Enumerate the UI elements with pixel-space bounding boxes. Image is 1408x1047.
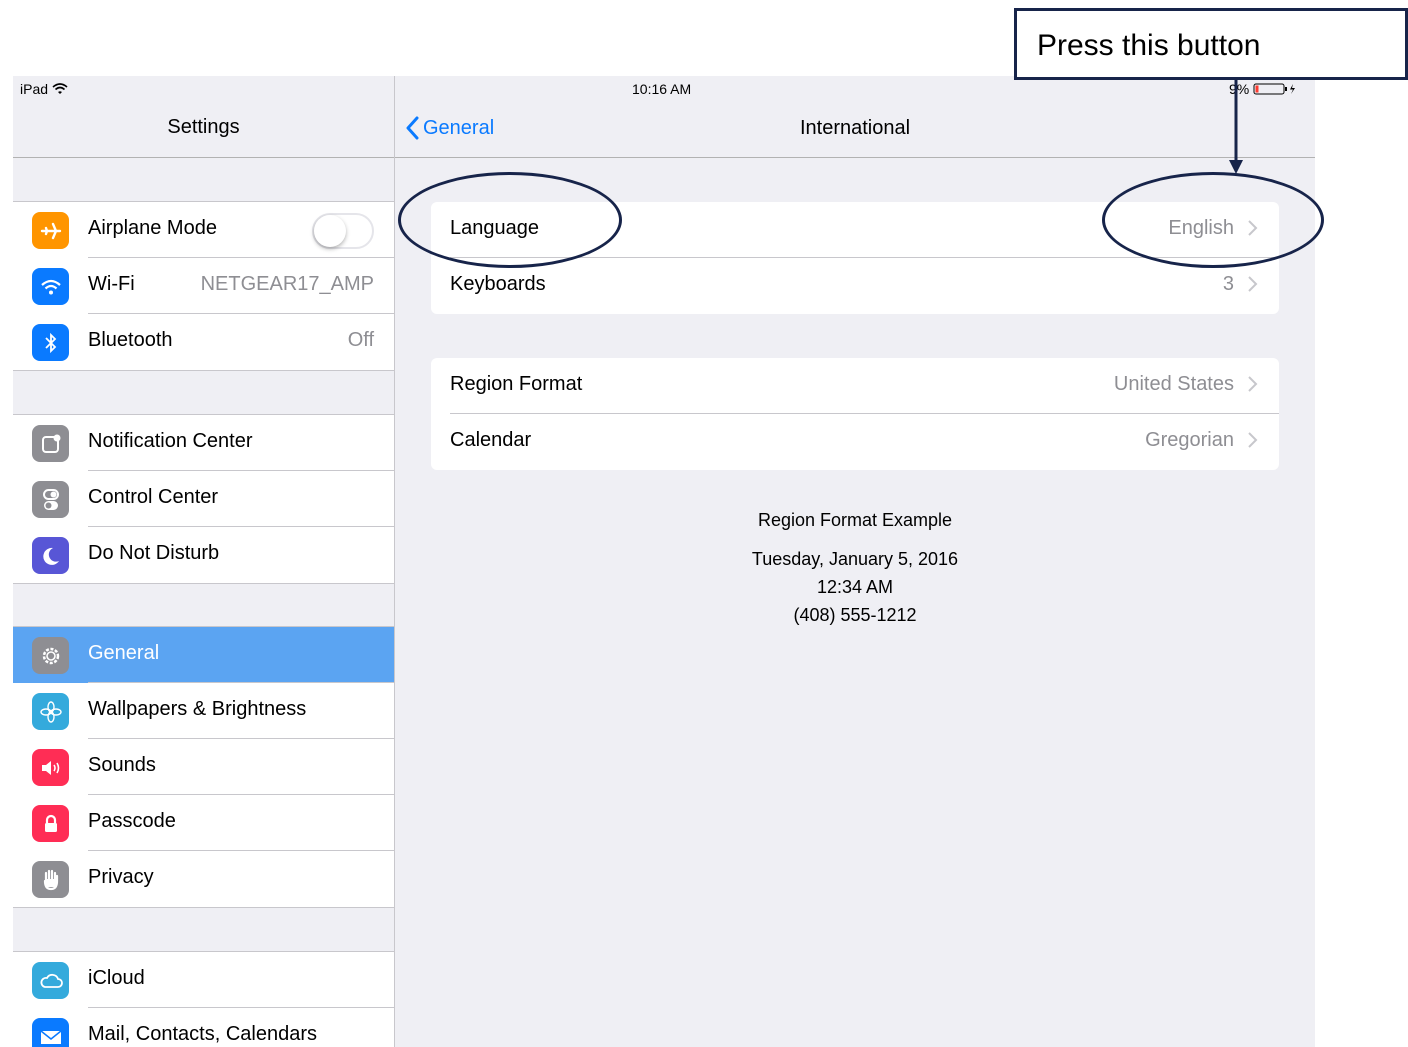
airplane-mode-toggle[interactable] [312, 213, 374, 249]
callout-text: Press this button [1037, 29, 1261, 62]
example-phone: (408) 555-1212 [793, 605, 917, 625]
battery-icon [1253, 83, 1296, 95]
moon-icon [32, 537, 69, 574]
chevron-right-icon [1248, 276, 1258, 292]
arrow-down-icon [1229, 78, 1243, 174]
wifi-icon [32, 268, 69, 305]
mail-icon [32, 1018, 69, 1047]
keyboards-row[interactable]: Keyboards 3 [431, 258, 1279, 314]
sidebar-item-label: Wi-Fi [88, 273, 135, 295]
divider [395, 157, 1315, 158]
lock-icon [32, 805, 69, 842]
speaker-icon [32, 749, 69, 786]
keyboards-value: 3 [1222, 273, 1234, 295]
english-highlight-ring [1102, 172, 1324, 268]
calendar-row[interactable]: Calendar Gregorian [431, 414, 1279, 470]
wifi-status-icon [52, 83, 68, 94]
sidebar-item-control-center[interactable]: Control Center [13, 471, 394, 527]
flower-icon [32, 693, 69, 730]
page-title: International [799, 117, 911, 139]
region-format-row[interactable]: Region Format United States [431, 358, 1279, 414]
sidebar-item-label: iCloud [88, 967, 145, 989]
sidebar-item-label: Mail, Contacts, Calendars [88, 1023, 317, 1045]
sidebar-item-label: Wallpapers & Brightness [88, 698, 307, 720]
sidebar-item-label: Do Not Disturb [88, 542, 220, 564]
bluetooth-value: Off [347, 329, 374, 351]
wifi-network-value: NETGEAR17_AMP [200, 273, 374, 295]
example-time: 12:34 AM [816, 577, 894, 597]
calendar-value: Gregorian [1145, 429, 1234, 451]
sidebar-item-label: Privacy [88, 866, 154, 888]
chevron-right-icon [1248, 432, 1258, 448]
toggle-knob [314, 215, 346, 247]
sidebar-item-bluetooth[interactable]: Bluetooth Off [13, 314, 394, 370]
example-date: Tuesday, January 5, 2016 [751, 549, 959, 569]
status-time: 10:16 AM [632, 81, 692, 97]
row-label: Calendar [450, 429, 532, 451]
sidebar-group-connectivity: Airplane Mode Wi-Fi NETGEAR17_AMP Blueto… [13, 201, 394, 371]
notification-icon [32, 425, 69, 462]
sidebar-group-accounts: iCloud Mail, Contacts, Calendars [13, 951, 394, 1047]
sidebar-group-notifications: Notification Center Control Center Do No… [13, 414, 394, 584]
sidebar-item-passcode[interactable]: Passcode [13, 795, 394, 851]
sidebar-item-notification-center[interactable]: Notification Center [13, 415, 394, 471]
bluetooth-icon [32, 324, 69, 361]
airplane-icon [32, 212, 69, 249]
sidebar-item-label: Notification Center [88, 430, 253, 452]
sidebar-item-airplane-mode[interactable]: Airplane Mode [13, 202, 394, 258]
sidebar-item-label: General [88, 642, 160, 664]
sidebar-item-label: Passcode [88, 810, 176, 832]
divider [13, 157, 394, 158]
sidebar-item-general[interactable]: General [13, 627, 394, 683]
region-group: Region Format United States Calendar Gre… [431, 358, 1279, 470]
sidebar-item-do-not-disturb[interactable]: Do Not Disturb [13, 527, 394, 583]
sidebar-item-mail[interactable]: Mail, Contacts, Calendars [13, 1008, 394, 1047]
sidebar-item-label: Sounds [88, 754, 156, 776]
sidebar-item-wallpapers[interactable]: Wallpapers & Brightness [13, 683, 394, 739]
sidebar-group-general: General Wallpapers & Brightness Sounds P… [13, 626, 394, 908]
sidebar-item-label: Control Center [88, 486, 219, 508]
sidebar-item-sounds[interactable]: Sounds [13, 739, 394, 795]
sidebar-item-label: Bluetooth [88, 329, 173, 351]
sidebar-item-privacy[interactable]: Privacy [13, 851, 394, 907]
status-device: iPad [20, 81, 68, 97]
language-highlight-ring [398, 172, 622, 268]
control-center-icon [32, 481, 69, 518]
gear-icon [32, 637, 69, 674]
chevron-right-icon [1248, 376, 1258, 392]
sidebar-item-wifi[interactable]: Wi-Fi NETGEAR17_AMP [13, 258, 394, 314]
row-label: Keyboards [450, 273, 546, 295]
row-label: Region Format [450, 373, 583, 395]
sidebar-item-icloud[interactable]: iCloud [13, 952, 394, 1008]
instruction-callout: Press this button [1014, 8, 1408, 80]
sidebar-item-label: Airplane Mode [88, 217, 217, 239]
region-format-value: United States [1113, 373, 1234, 395]
hand-icon [32, 861, 69, 898]
cloud-icon [32, 962, 69, 999]
sidebar-title: Settings [167, 116, 240, 138]
settings-sidebar: iPad Settings Airplane Mode Wi-Fi NETGEA… [13, 76, 395, 1047]
example-heading: Region Format Example [757, 510, 953, 530]
